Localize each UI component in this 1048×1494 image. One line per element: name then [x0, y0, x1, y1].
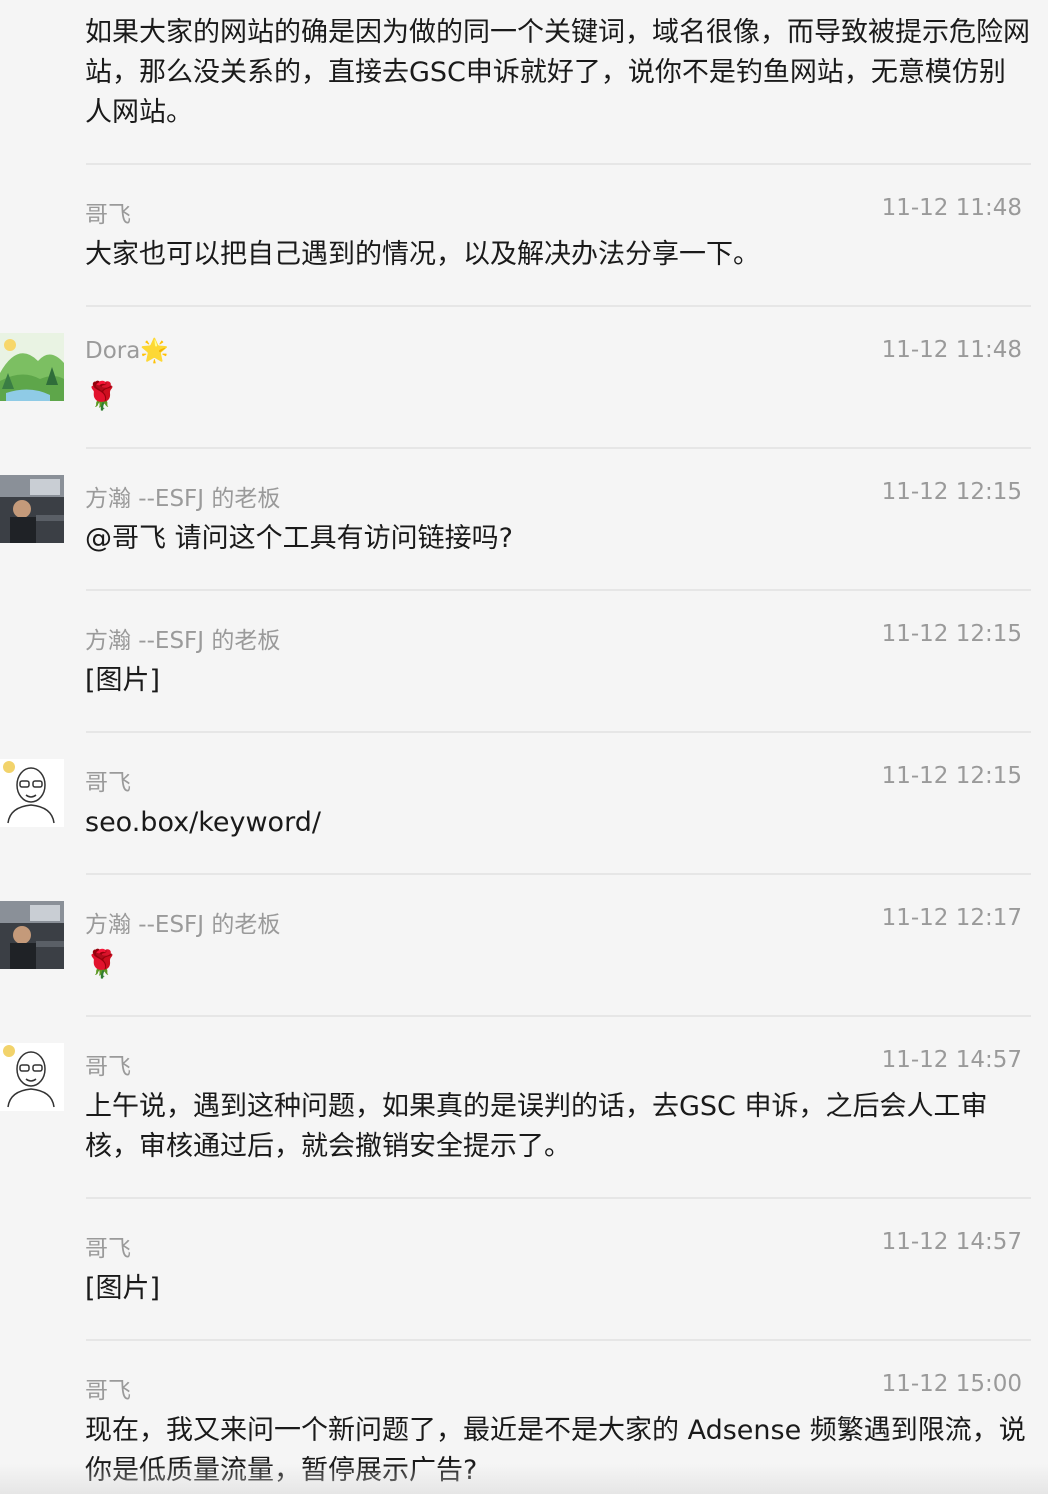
message-divider [86, 731, 1031, 733]
message-timestamp: 11-12 12:17 [881, 905, 1022, 931]
avatar[interactable] [0, 333, 64, 401]
message-text: seo.box/keyword/ [85, 807, 321, 838]
sender-name[interactable]: 哥飞 [85, 763, 131, 797]
message-divider [86, 1339, 1031, 1341]
message-divider [86, 589, 1031, 591]
bald-glasses-avatar-icon [0, 759, 64, 827]
rose-emoji-message: 🌹 [85, 949, 119, 980]
avatar[interactable] [0, 1043, 64, 1111]
bald-glasses-avatar-icon [0, 1043, 64, 1111]
message-divider [86, 305, 1031, 307]
sender-name[interactable]: 方瀚 --ESFJ 的老板 [85, 905, 280, 939]
landscape-avatar-icon [0, 333, 64, 401]
avatar[interactable] [0, 901, 64, 969]
sender-name[interactable]: Dora🌟 [85, 337, 169, 364]
message-text: @哥飞 请问这个工具有访问链接吗? [85, 523, 513, 554]
sender-name[interactable]: 哥飞 [85, 1047, 131, 1081]
sender-name-text: Dora [85, 338, 141, 364]
message-timestamp: 11-12 15:00 [881, 1371, 1022, 1397]
message-divider [86, 1015, 1031, 1017]
message-divider [86, 1197, 1031, 1199]
message-timestamp: 11-12 12:15 [881, 479, 1022, 505]
message-timestamp: 11-12 11:48 [881, 195, 1022, 221]
avatar[interactable] [0, 475, 64, 543]
avatar[interactable] [0, 759, 64, 827]
image-placeholder-text[interactable]: [图片] [85, 661, 1030, 701]
sender-name[interactable]: 哥飞 [85, 1371, 131, 1405]
message-timestamp: 11-12 12:15 [881, 621, 1022, 647]
rose-emoji-message: 🌹 [85, 381, 119, 412]
sender-name[interactable]: 哥飞 [85, 195, 131, 229]
car-driver-avatar-icon [0, 901, 64, 969]
message-timestamp: 11-12 12:15 [881, 763, 1022, 789]
car-driver-avatar-icon [0, 475, 64, 543]
message-timestamp: 11-12 14:57 [881, 1229, 1022, 1255]
image-placeholder-text[interactable]: [图片] [85, 1269, 1030, 1309]
message-divider [86, 163, 1031, 165]
star-emoji-icon: 🌟 [140, 338, 169, 364]
message-text: 大家也可以把自己遇到的情况，以及解决办法分享一下。 [85, 239, 760, 270]
message-timestamp: 11-12 14:57 [881, 1047, 1022, 1073]
message-timestamp: 11-12 11:48 [881, 337, 1022, 363]
scroll-fade [0, 1464, 1048, 1494]
message-text: 上午说，遇到这种问题，如果真的是误判的话，去GSC 申诉，之后会人工审核，审核通… [85, 1091, 988, 1162]
message-text: 如果大家的网站的确是因为做的同一个关键词，域名很像，而导致被提示危险网站，那么没… [85, 17, 1030, 128]
sender-name[interactable]: 方瀚 --ESFJ 的老板 [85, 621, 280, 655]
message-divider [86, 873, 1031, 875]
sender-name[interactable]: 方瀚 --ESFJ 的老板 [85, 479, 280, 513]
message-divider [86, 447, 1031, 449]
sender-name[interactable]: 哥飞 [85, 1229, 131, 1263]
